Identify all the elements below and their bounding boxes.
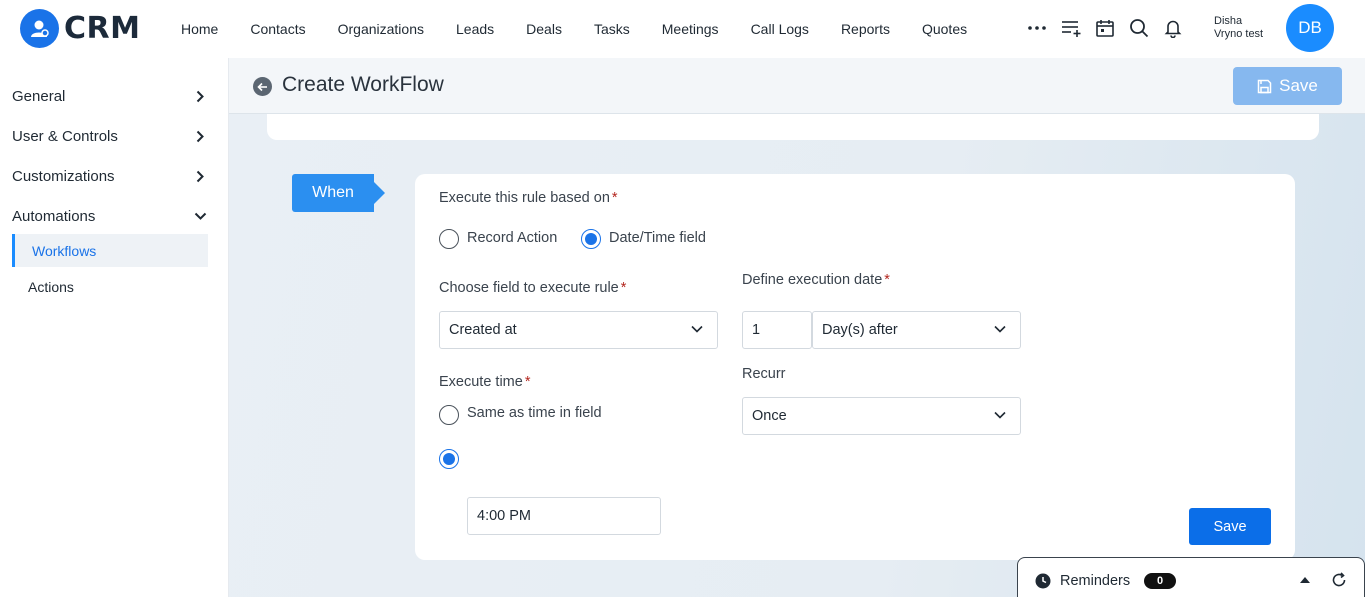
date-time-field-label: Date/Time field bbox=[609, 230, 706, 246]
add-list-icon[interactable] bbox=[1060, 14, 1082, 42]
sidebar-item-label: User & Controls bbox=[12, 127, 118, 145]
previous-section-card bbox=[267, 114, 1319, 140]
define-execution-date-label: Define execution date * bbox=[742, 272, 890, 288]
chevron-down-icon bbox=[994, 411, 1006, 419]
nav-reports[interactable]: Reports bbox=[841, 21, 890, 37]
chevron-down-icon bbox=[994, 325, 1006, 333]
chevron-down-icon bbox=[193, 209, 207, 223]
page-header: Create WorkFlow Save bbox=[229, 58, 1365, 114]
nav-organizations[interactable]: Organizations bbox=[338, 21, 424, 37]
chevron-down-icon bbox=[691, 325, 703, 333]
nav-leads[interactable]: Leads bbox=[456, 21, 494, 37]
same-as-field-label: Same as time in field bbox=[467, 405, 602, 421]
sidebar-item-actions[interactable]: Actions bbox=[12, 270, 208, 303]
caret-up-icon[interactable] bbox=[1300, 577, 1310, 583]
user-org: Vryno test bbox=[1214, 28, 1264, 40]
sidebar-item-general[interactable]: General bbox=[12, 84, 207, 108]
sidebar-item-label: General bbox=[12, 87, 66, 105]
nav-home[interactable]: Home bbox=[181, 21, 218, 37]
day-count-input[interactable]: 1 bbox=[742, 311, 812, 349]
sidebar-item-label: Customizations bbox=[12, 167, 115, 185]
nav-tools bbox=[1026, 14, 1196, 42]
nav-quotes[interactable]: Quotes bbox=[922, 21, 967, 37]
nav-deals[interactable]: Deals bbox=[526, 21, 562, 37]
header-save-button[interactable]: Save bbox=[1233, 67, 1342, 105]
settings-sidebar: General User & Controls Customizations A… bbox=[0, 58, 229, 597]
sidebar-item-automations[interactable]: Automations bbox=[12, 204, 207, 228]
sidebar-item-user-controls[interactable]: User & Controls bbox=[12, 124, 207, 148]
recurr-label: Recurr bbox=[742, 366, 786, 382]
sidebar-item-label: Automations bbox=[12, 207, 96, 225]
bell-icon[interactable] bbox=[1162, 14, 1184, 42]
reminders-count-badge: 0 bbox=[1144, 573, 1176, 589]
date-time-field-radio[interactable] bbox=[581, 229, 601, 249]
day-relation-value: Day(s) after bbox=[822, 322, 898, 338]
user-info[interactable]: Disha Vryno test bbox=[1214, 15, 1263, 41]
calendar-icon[interactable] bbox=[1094, 14, 1116, 42]
day-relation-select[interactable]: Day(s) after bbox=[812, 311, 1021, 349]
reminders-label: Reminders bbox=[1060, 573, 1131, 589]
nav-meetings[interactable]: Meetings bbox=[662, 21, 719, 37]
execute-based-on-label: Execute this rule based on * bbox=[439, 190, 618, 206]
choose-field-label: Choose field to execute rule * bbox=[439, 280, 627, 296]
logo-text: CRM bbox=[64, 11, 141, 46]
nav-contacts[interactable]: Contacts bbox=[250, 21, 305, 37]
more-icon[interactable] bbox=[1026, 14, 1048, 42]
search-icon[interactable] bbox=[1128, 14, 1150, 42]
avatar[interactable]: DB bbox=[1286, 4, 1334, 52]
when-card: Execute this rule based on * Record Actio… bbox=[415, 174, 1295, 560]
record-action-label: Record Action bbox=[467, 230, 558, 246]
back-arrow-icon[interactable] bbox=[253, 77, 272, 96]
user-logo-icon bbox=[20, 9, 59, 48]
top-navbar: CRM Home Contacts Organizations Leads De… bbox=[0, 0, 1365, 58]
recurr-value: Once bbox=[752, 408, 787, 424]
header-save-label: Save bbox=[1279, 76, 1318, 95]
main-nav: Home Contacts Organizations Leads Deals … bbox=[181, 0, 999, 58]
sidebar-item-workflows[interactable]: Workflows bbox=[12, 234, 208, 267]
nav-tasks[interactable]: Tasks bbox=[594, 21, 630, 37]
custom-time-radio[interactable] bbox=[439, 449, 459, 469]
save-icon bbox=[1257, 79, 1272, 93]
page-title: Create WorkFlow bbox=[282, 73, 444, 96]
chevron-right-icon bbox=[193, 89, 207, 103]
time-input[interactable]: 4:00 PM bbox=[467, 497, 661, 535]
record-action-radio[interactable] bbox=[439, 229, 459, 249]
refresh-icon[interactable] bbox=[1331, 572, 1347, 588]
execute-time-label: Execute time * bbox=[439, 374, 531, 390]
chevron-right-icon bbox=[193, 129, 207, 143]
main-content: Create WorkFlow Save When Execute this r… bbox=[229, 58, 1365, 597]
reminders-panel[interactable]: Reminders 0 bbox=[1017, 557, 1365, 597]
recurr-select[interactable]: Once bbox=[742, 397, 1021, 435]
nav-call-logs[interactable]: Call Logs bbox=[751, 21, 809, 37]
same-as-field-radio[interactable] bbox=[439, 405, 459, 425]
chevron-right-icon bbox=[193, 169, 207, 183]
save-button[interactable]: Save bbox=[1189, 508, 1271, 545]
user-name: Disha bbox=[1214, 15, 1243, 27]
clock-icon bbox=[1035, 573, 1051, 589]
choose-field-select[interactable]: Created at bbox=[439, 311, 718, 349]
choose-field-value: Created at bbox=[449, 322, 517, 338]
when-tag: When bbox=[292, 174, 385, 212]
crm-logo[interactable]: CRM bbox=[20, 9, 140, 48]
sidebar-item-customizations[interactable]: Customizations bbox=[12, 164, 207, 188]
